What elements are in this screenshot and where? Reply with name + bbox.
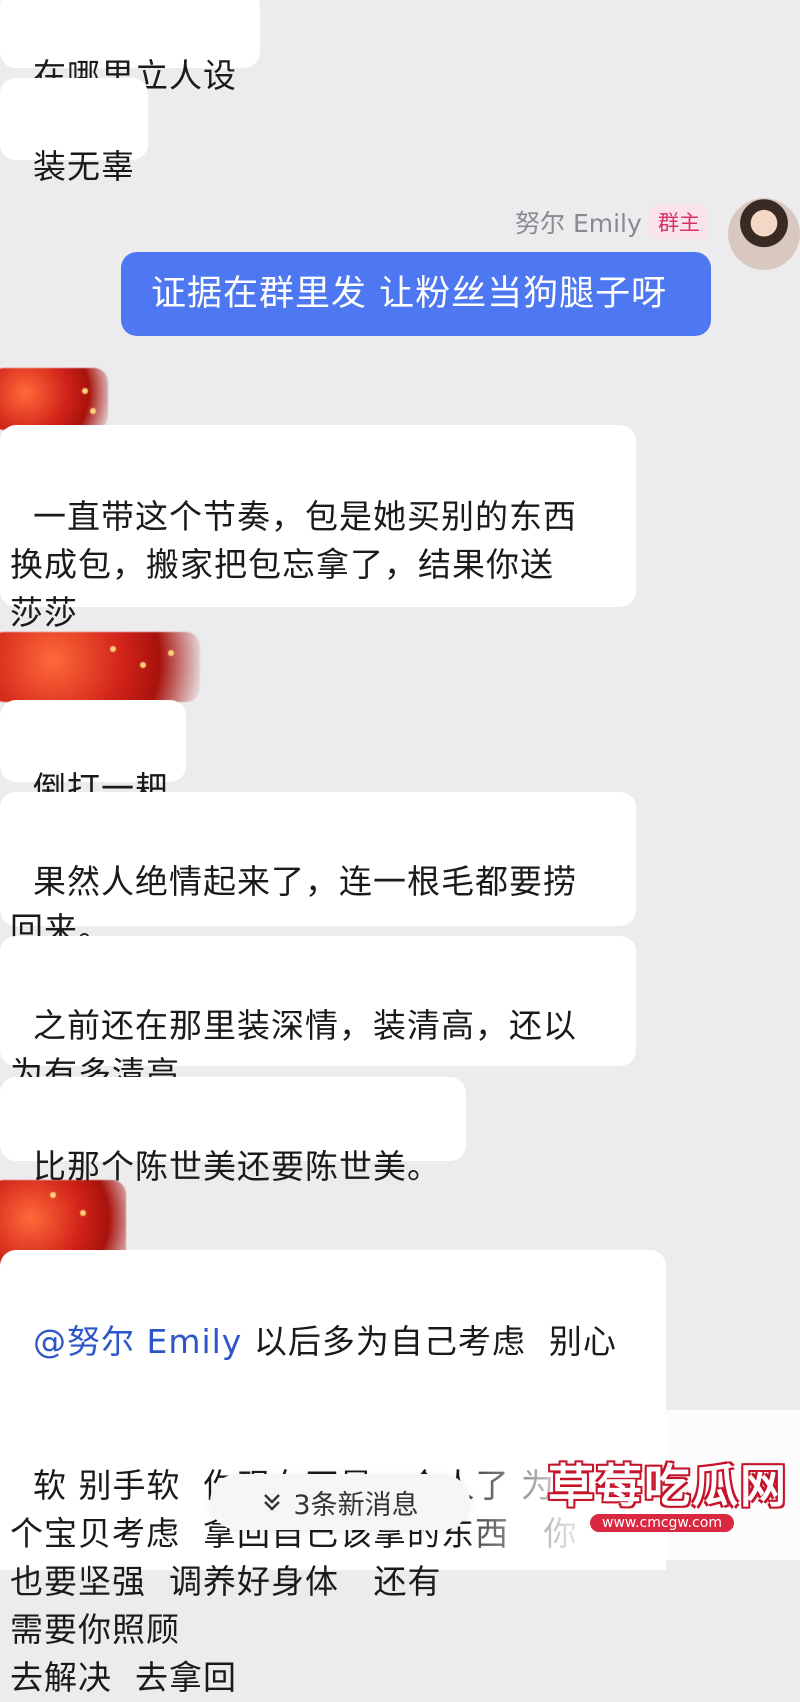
group-owner-badge: 群主 (650, 205, 708, 239)
avatar-sparkle (168, 650, 174, 656)
new-messages-button[interactable]: 3条新消息 (210, 1474, 470, 1530)
new-messages-label: 3条新消息 (293, 1489, 419, 1521)
avatar[interactable] (0, 632, 200, 702)
avatar-sparkle (80, 1210, 86, 1216)
message-text: 一直带这个节奏，包是她买别的东西 换成包，搬家把包忘拿了，结果你送 莎莎 (10, 497, 577, 632)
message-bubble[interactable]: 一直带这个节奏，包是她买别的东西 换成包，搬家把包忘拿了，结果你送 莎莎 (0, 425, 636, 632)
avatar-sparkle (82, 388, 88, 394)
double-chevron-down-icon (264, 1494, 281, 1511)
self-message-bubble[interactable]: 证据在群里发 让粉丝当狗腿子呀 (121, 252, 711, 336)
avatar-sparkle (90, 408, 96, 414)
message-text: 证据在群里发 让粉丝当狗腿子呀 (151, 274, 668, 314)
message-bubble[interactable]: 果然人绝情起来了，连一根毛都要捞 回来。 (0, 792, 636, 949)
avatar[interactable] (728, 198, 800, 270)
avatar-sparkle (140, 662, 146, 668)
avatar-sparkle (110, 646, 116, 652)
avatar-sparkle (50, 1192, 56, 1198)
message-bubble[interactable]: 倒打一耙 (0, 700, 186, 808)
sender-name: 努尔 Emily (515, 209, 642, 238)
message-bubble[interactable]: 在哪里立人设 (0, 0, 260, 95)
message-text: 装无辜 (32, 147, 135, 186)
watermark-title: 草莓吃瓜网 (548, 1459, 788, 1513)
message-bubble[interactable]: 之前还在那里装深情，装清高，还以 为有多清高。 (0, 936, 636, 1093)
site-watermark: 草莓吃瓜网 www.cmcgw.com (470, 1410, 800, 1560)
mention-link[interactable]: @努尔 Emily (33, 1322, 242, 1361)
message-bubble[interactable]: 装无辜 (0, 78, 148, 186)
message-bubble[interactable]: 比那个陈世美还要陈世美。 (0, 1077, 466, 1186)
message-text: 以后多为自己考虑 别心 (242, 1322, 617, 1361)
avatar[interactable] (0, 368, 108, 430)
watermark-url: www.cmcgw.com (590, 1514, 734, 1532)
